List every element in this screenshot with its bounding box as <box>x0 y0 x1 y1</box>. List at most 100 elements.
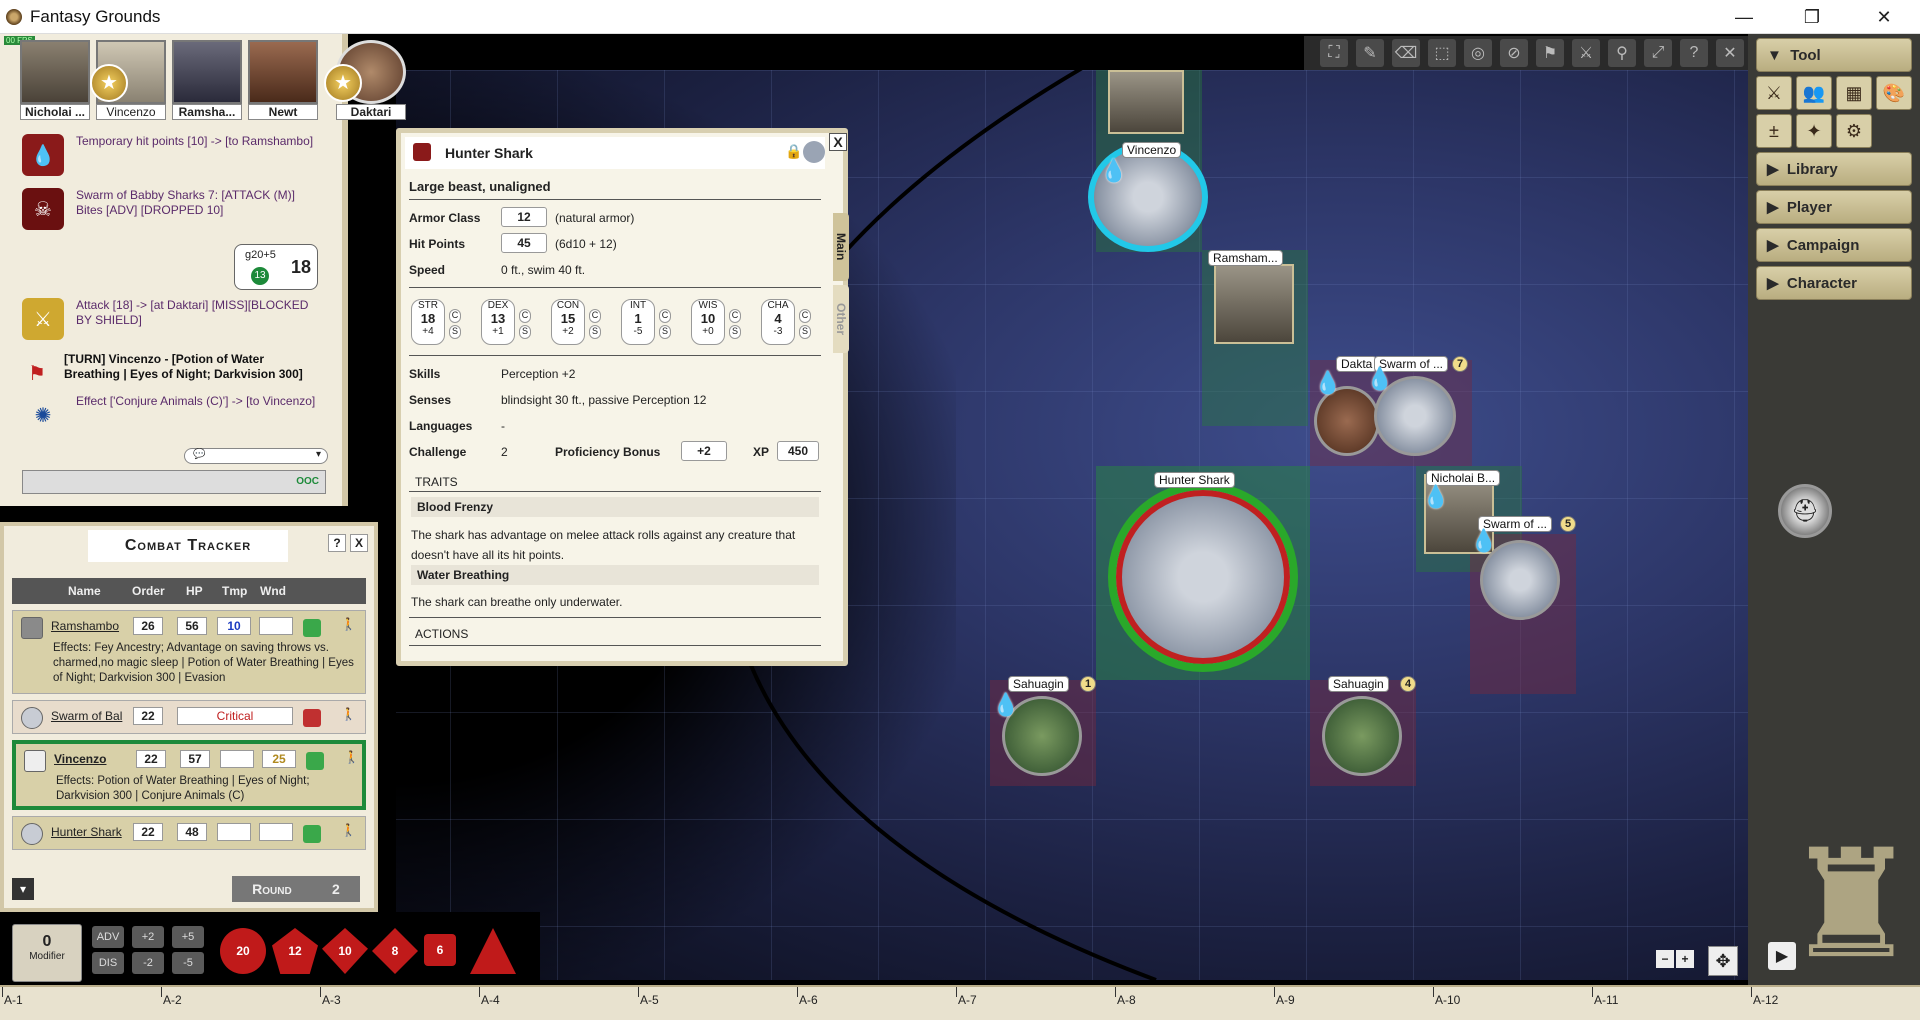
speed-value[interactable]: 0 ft., swim 40 ft. <box>501 263 585 277</box>
friendly-face-icon[interactable] <box>306 752 324 770</box>
token-daktari[interactable] <box>1314 386 1380 456</box>
swords-icon[interactable]: ⚔ <box>1572 39 1600 67</box>
ct-wnd[interactable] <box>259 617 293 635</box>
ct-row[interactable]: Swarm of Bal 22 Critical 🚶 <box>12 700 366 734</box>
ct-row[interactable]: Ramshambo 26 56 10 🚶 Effects: Fey Ancest… <box>12 610 366 694</box>
sidebar-tool[interactable]: ▼ Tool <box>1756 38 1912 72</box>
party-portrait[interactable]: Ramsha... <box>172 40 242 120</box>
check-button[interactable]: C <box>589 309 601 323</box>
ct-wnd[interactable] <box>259 823 293 841</box>
ct-hp[interactable]: 48 <box>177 823 207 841</box>
token-icon[interactable] <box>803 141 825 163</box>
help-icon[interactable]: ? <box>1680 39 1708 67</box>
check-button[interactable]: C <box>659 309 671 323</box>
ac-value[interactable]: 12 <box>501 207 547 227</box>
ct-help-button[interactable]: ? <box>328 534 346 552</box>
sidebar-library[interactable]: ▶ Library <box>1756 152 1912 186</box>
save-button[interactable]: S <box>449 325 461 339</box>
check-button[interactable]: C <box>729 309 741 323</box>
save-button[interactable]: S <box>589 325 601 339</box>
d8-icon[interactable]: 8 <box>372 928 418 974</box>
close-map-icon[interactable]: ✕ <box>1716 39 1744 67</box>
token-ramshambo[interactable] <box>1214 264 1294 344</box>
tab-main[interactable]: Main <box>833 213 849 281</box>
walk-icon[interactable]: 🚶 <box>344 750 359 764</box>
hp-value[interactable]: 45 <box>501 233 547 253</box>
play-icon[interactable]: ▶ <box>1768 942 1796 970</box>
sidebar-player[interactable]: ▶ Player <box>1756 190 1912 224</box>
modifier-box[interactable]: 0 Modifier <box>12 924 82 982</box>
senses-value[interactable]: blindsight 30 ft., passive Perception 12 <box>501 393 706 407</box>
ct-name[interactable]: Hunter Shark <box>51 825 122 839</box>
token-portrait-top[interactable] <box>1108 70 1184 134</box>
save-button[interactable]: S <box>729 325 741 339</box>
flag-icon[interactable]: ⚑ <box>1536 39 1564 67</box>
walk-icon[interactable]: 🚶 <box>341 617 356 631</box>
ct-close-button[interactable]: X <box>350 534 368 552</box>
check-button[interactable]: C <box>519 309 531 323</box>
modifier-icon[interactable]: ± <box>1756 114 1792 148</box>
ct-row-active[interactable]: Vincenzo 22 57 25 🚶 Effects: Potion of W… <box>12 740 366 810</box>
ct-hp[interactable]: 56 <box>177 617 207 635</box>
challenge-value[interactable]: 2 <box>501 445 508 459</box>
ability-dex[interactable]: DEX 13 +1 CS <box>479 299 533 345</box>
token-sahuagin-4[interactable] <box>1322 696 1402 776</box>
plus5-button[interactable]: +5 <box>172 926 204 948</box>
expand-icon[interactable]: ⤢ <box>1644 39 1672 67</box>
restore-button[interactable]: ❐ <box>1784 0 1840 34</box>
paint-icon[interactable]: ✎ <box>1356 39 1384 67</box>
ct-order[interactable]: 26 <box>133 617 163 635</box>
walk-icon[interactable]: 🚶 <box>341 707 356 721</box>
ooc-toggle[interactable]: OOC <box>296 476 319 487</box>
target-icon[interactable]: ◎ <box>1464 39 1492 67</box>
sheet-close-button[interactable]: X <box>829 133 847 151</box>
chat-input[interactable]: OOC <box>22 470 326 494</box>
helmet-icon[interactable]: ⛑ <box>1778 484 1832 538</box>
ct-tmp[interactable] <box>217 823 251 841</box>
lock-icon[interactable]: 🔒 <box>785 143 802 160</box>
party-portrait[interactable]: Newt <box>248 40 318 120</box>
ct-tmp[interactable] <box>220 750 254 768</box>
plus2-button[interactable]: +2 <box>132 926 164 948</box>
ct-name[interactable]: Ramshambo <box>51 619 119 633</box>
ct-name[interactable]: Swarm of Bal <box>51 709 122 723</box>
select-icon[interactable]: ⬚ <box>1428 39 1456 67</box>
zoom-fit-icon[interactable]: ⛶ <box>1320 39 1348 67</box>
ability-str[interactable]: STR 18 +4 CS <box>409 299 463 345</box>
party-portrait[interactable]: Nicholai ... <box>20 40 90 120</box>
ct-order[interactable]: 22 <box>136 750 166 768</box>
close-window-button[interactable]: ✕ <box>1856 0 1912 34</box>
ct-order[interactable]: 22 <box>133 707 163 725</box>
combat-icon[interactable]: ⚔ <box>1756 76 1792 110</box>
ct-menu-icon[interactable]: ▾ <box>12 878 34 900</box>
ct-row[interactable]: Hunter Shark 22 48 🚶 <box>12 816 366 850</box>
save-button[interactable]: S <box>799 325 811 339</box>
center-map-icon[interactable]: ✥ <box>1708 946 1738 976</box>
d4-icon[interactable] <box>470 928 516 974</box>
token-hunter-shark[interactable] <box>1108 482 1298 672</box>
ct-wnd[interactable]: 25 <box>262 750 296 768</box>
hostile-face-icon[interactable] <box>303 709 321 727</box>
ability-con[interactable]: CON 15 +2 CS <box>549 299 603 345</box>
skills-value[interactable]: Perception +2 <box>501 367 575 381</box>
chat-mode-select[interactable]: 💬 ▾ <box>184 448 328 464</box>
d12-icon[interactable]: 12 <box>272 928 318 974</box>
d10-icon[interactable]: 10 <box>322 928 368 974</box>
friendly-face-icon[interactable] <box>303 619 321 637</box>
minus2-button[interactable]: -2 <box>132 952 164 974</box>
pin-icon[interactable]: ⚲ <box>1608 39 1636 67</box>
sidebar-character[interactable]: ▶ Character <box>1756 266 1912 300</box>
friendly-face-icon[interactable] <box>303 825 321 843</box>
tab-other[interactable]: Other <box>833 285 849 353</box>
effects-icon[interactable]: ✦ <box>1796 114 1832 148</box>
ct-hp[interactable]: 57 <box>180 750 210 768</box>
dis-button[interactable]: DIS <box>92 952 124 974</box>
palette-icon[interactable]: 🎨 <box>1876 76 1912 110</box>
walk-icon[interactable]: 🚶 <box>341 823 356 837</box>
ability-wis[interactable]: WIS 10 +0 CS <box>689 299 743 345</box>
xp-value[interactable]: 450 <box>777 441 819 461</box>
zoom-out-icon[interactable]: − <box>1656 950 1674 968</box>
calendar-icon[interactable]: ▦ <box>1836 76 1872 110</box>
settings-icon[interactable]: ⚙ <box>1836 114 1872 148</box>
minimize-button[interactable]: — <box>1716 0 1772 34</box>
